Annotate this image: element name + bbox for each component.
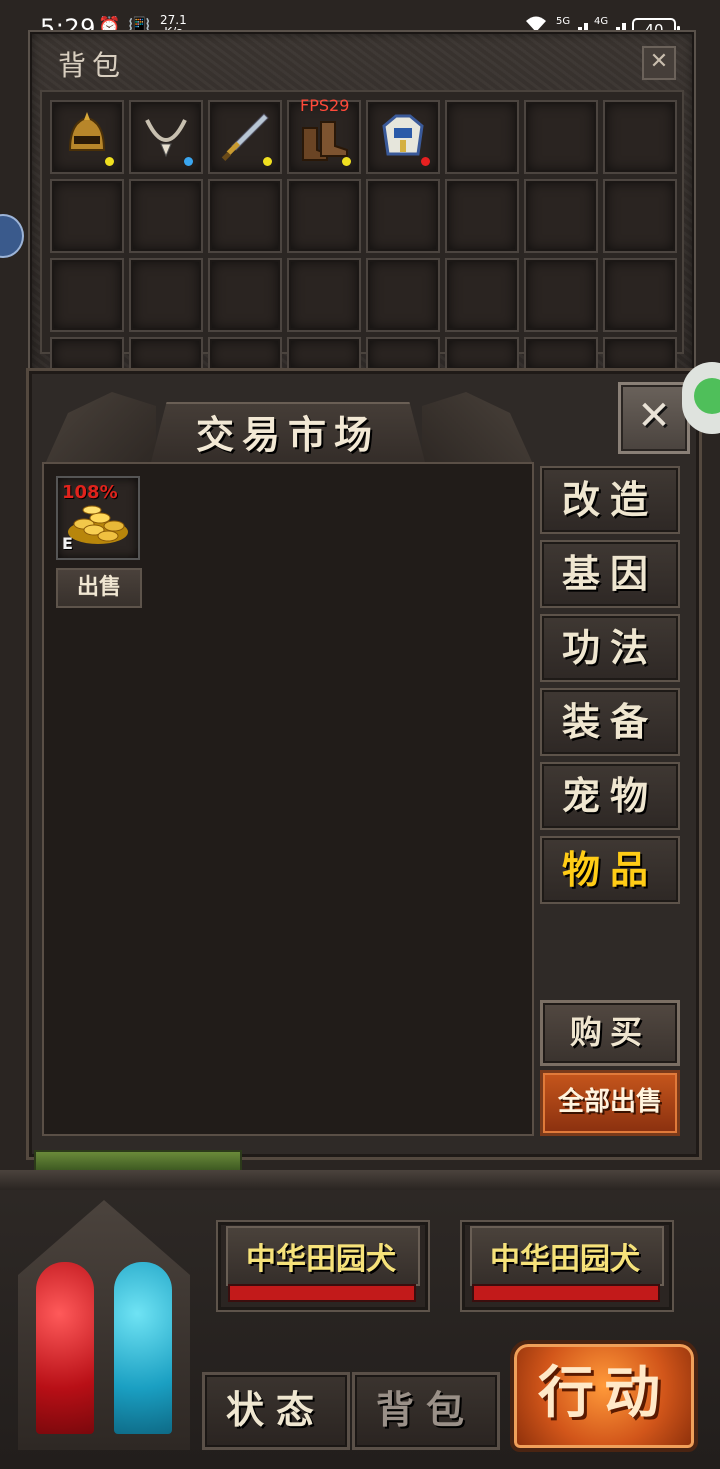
backpack-slot-empty[interactable] — [603, 100, 677, 174]
backpack-slot-empty[interactable] — [366, 258, 440, 332]
backpack-slot-helmet[interactable] — [50, 100, 124, 174]
backpack-slot-empty[interactable] — [366, 179, 440, 253]
boots-icon — [302, 121, 348, 161]
tab-pet[interactable]: 宠物 — [540, 762, 680, 830]
backpack-slot-empty[interactable] — [50, 179, 124, 253]
backpack-slot-empty[interactable] — [445, 337, 519, 371]
market-close-button[interactable]: ✕ — [618, 382, 690, 454]
backpack-slot-empty[interactable] — [603, 337, 677, 371]
backpack-slot-empty[interactable] — [287, 258, 361, 332]
enemy-hp-bar — [472, 1284, 660, 1302]
backpack-slot-empty[interactable] — [287, 337, 361, 371]
backpack-slot-empty[interactable] — [603, 179, 677, 253]
floating-side-badge[interactable] — [0, 214, 24, 258]
mana-gauge — [114, 1262, 172, 1434]
enemy-name: 中华田园犬 — [490, 1242, 640, 1277]
backpack-slot-empty[interactable] — [603, 258, 677, 332]
helmet-icon — [68, 112, 106, 151]
backpack-slot-empty[interactable] — [208, 179, 282, 253]
tab-items[interactable]: 物品 — [540, 836, 680, 904]
backpack-slot-empty[interactable] — [129, 337, 203, 371]
progress-strip — [34, 1150, 242, 1172]
backpack-slot-necklace[interactable] — [129, 100, 203, 174]
fps-counter: FPS29 — [300, 96, 350, 115]
backpack-slot-empty[interactable] — [524, 258, 598, 332]
tab-gene[interactable]: 基因 — [540, 540, 680, 608]
backpack-slot-sword[interactable] — [208, 100, 282, 174]
sword-icon — [221, 113, 269, 161]
market-title: 交易市场 — [195, 413, 380, 457]
backpack-slot-empty[interactable] — [445, 179, 519, 253]
enemy-hp-bar — [228, 1284, 416, 1302]
backpack-slot-armor[interactable] — [366, 100, 440, 174]
rarity-dot — [105, 157, 114, 166]
action-button[interactable]: 行动 — [510, 1340, 698, 1452]
necklace-icon — [145, 119, 187, 158]
gold-coins-icon — [68, 505, 128, 544]
health-gauge — [36, 1262, 94, 1434]
hud-top-edge — [0, 1170, 720, 1190]
backpack-slot-empty[interactable] — [524, 337, 598, 371]
tab-skill[interactable]: 功法 — [540, 614, 680, 682]
tab-equipment[interactable]: 装备 — [540, 688, 680, 756]
backpack-slot-empty[interactable] — [524, 179, 598, 253]
tab-upgrade[interactable]: 改造 — [540, 466, 680, 534]
backpack-slot-empty[interactable] — [287, 179, 361, 253]
status-tab[interactable]: 状态 — [202, 1372, 350, 1450]
sell-button[interactable]: 出售 — [56, 568, 142, 608]
item-percent: 108% — [62, 482, 118, 503]
rarity-dot — [263, 157, 272, 166]
sell-all-button[interactable]: 全部出售 — [540, 1070, 680, 1136]
rarity-dot — [421, 157, 430, 166]
backpack-title: 背包 — [58, 49, 127, 82]
backpack-slot-empty[interactable] — [524, 100, 598, 174]
backpack-slot-empty[interactable] — [208, 258, 282, 332]
backpack-slot-empty[interactable] — [50, 258, 124, 332]
enemy-name: 中华田园犬 — [246, 1242, 396, 1277]
backpack-slot-empty[interactable] — [50, 337, 124, 371]
bag-tab[interactable]: 背包 — [352, 1372, 500, 1450]
backpack-close-button[interactable]: ✕ — [642, 46, 676, 80]
backpack-slot-empty[interactable] — [445, 258, 519, 332]
rarity-dot — [342, 157, 351, 166]
rarity-dot — [184, 157, 193, 166]
backpack-slot-empty[interactable] — [445, 100, 519, 174]
backpack-slot-empty[interactable] — [366, 337, 440, 371]
backpack-slot-empty[interactable] — [208, 337, 282, 371]
armor-icon — [382, 114, 424, 156]
market-listing-area — [42, 462, 534, 1136]
buy-button[interactable]: 购买 — [540, 1000, 680, 1066]
backpack-slot-empty[interactable] — [129, 179, 203, 253]
item-grade: E — [62, 534, 73, 553]
backpack-slot-empty[interactable] — [129, 258, 203, 332]
